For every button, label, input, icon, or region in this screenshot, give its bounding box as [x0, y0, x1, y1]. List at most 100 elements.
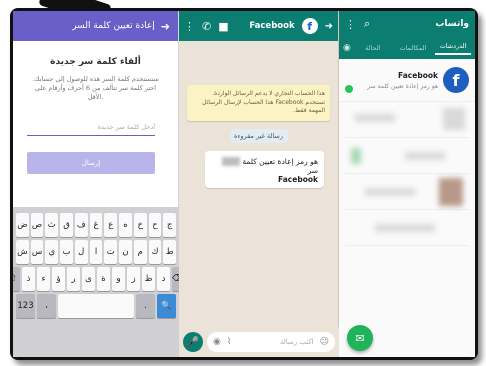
key[interactable]: ص: [30, 213, 44, 237]
keyboard-row: ض ص ث ق ف غ ع ه خ ح ج: [15, 213, 177, 237]
contact-avatar[interactable]: f: [301, 18, 318, 34]
key[interactable]: ف: [74, 213, 88, 237]
paperclip-icon[interactable]: ⌇: [227, 337, 231, 347]
key[interactable]: غ: [89, 213, 103, 237]
chat-name: Facebook: [398, 70, 438, 80]
emoji-icon[interactable]: ☺: [320, 337, 329, 347]
key[interactable]: ذ: [22, 267, 35, 291]
key[interactable]: ؤ: [52, 267, 65, 291]
redacted-code: [222, 157, 240, 166]
screenshot-stage: إعادة تعيين كلمة السر ➜ ألقاء كلمة سر جد…: [0, 0, 486, 366]
key[interactable]: ن: [119, 240, 132, 264]
page-title: ألقاء كلمة سر جديدة: [50, 57, 141, 67]
key[interactable]: ي: [45, 240, 59, 264]
tab-status[interactable]: الحالة: [355, 44, 391, 52]
arrow-right-icon[interactable]: ➜: [161, 20, 170, 33]
app-title: واتساب: [435, 19, 469, 29]
key[interactable]: ز: [127, 267, 140, 291]
key[interactable]: س: [30, 240, 44, 264]
key[interactable]: د: [157, 267, 170, 291]
new-chat-icon[interactable]: ✉: [347, 325, 373, 351]
tab-calls[interactable]: المكالمات: [395, 44, 431, 52]
tab-bar: ◉ الحالة المكالمات الدردشات: [339, 37, 475, 59]
redacted-chat-item[interactable]: [345, 102, 469, 138]
search-icon[interactable]: 🔍: [157, 294, 176, 318]
facebook-avatar[interactable]: f: [443, 67, 469, 93]
contact-name[interactable]: Facebook: [249, 21, 294, 31]
redacted-block: [355, 114, 395, 122]
key[interactable]: ل: [74, 240, 88, 264]
screenshot-collage: إعادة تعيين كلمة السر ➜ ألقاء كلمة سر جد…: [13, 11, 475, 357]
send-button[interactable]: إرسال: [27, 152, 155, 174]
new-password-input[interactable]: [27, 118, 155, 136]
keyboard-row: 123 ، . 🔍: [16, 294, 176, 318]
app-header: ⋮ ⌕ واتساب ◉ الحالة المكالمات الدردشات: [339, 11, 475, 59]
key[interactable]: م: [133, 240, 147, 264]
key[interactable]: و: [112, 267, 125, 291]
reset-password-screen: إعادة تعيين كلمة السر ➜ ألقاء كلمة سر جد…: [13, 11, 185, 357]
key[interactable]: ،: [37, 294, 56, 318]
space-key[interactable]: [58, 294, 134, 318]
key[interactable]: ى: [82, 267, 95, 291]
key[interactable]: ق: [60, 213, 73, 237]
message-bubble[interactable]: هو رمز إعادة تعيين كلمة سر Facebook: [205, 150, 324, 188]
key[interactable]: ض: [15, 213, 29, 237]
key[interactable]: ش: [15, 240, 29, 264]
key[interactable]: ظ: [142, 267, 155, 291]
chat-header: ⋮ ✆ ■ Facebook f ➜: [179, 11, 338, 41]
key[interactable]: .: [136, 294, 155, 318]
phone-icon[interactable]: ✆: [202, 20, 211, 33]
message-sender: Facebook: [278, 175, 318, 184]
key[interactable]: خ: [133, 213, 147, 237]
key[interactable]: ك: [148, 240, 162, 264]
redacted-block: [375, 224, 435, 232]
message-input[interactable]: ◉ ⌇ اكتب رسالة ☺: [207, 332, 335, 352]
redacted-chat-item[interactable]: [345, 138, 469, 174]
redacted-block: [351, 148, 361, 164]
video-camera-icon[interactable]: ■: [218, 20, 228, 33]
chat-list-item[interactable]: Facebook هو رمز إعادة تعيين كلمة سر f: [339, 59, 475, 102]
redacted-block: [439, 178, 463, 206]
redacted-chat-item[interactable]: [345, 210, 469, 246]
key[interactable]: ت: [104, 240, 118, 264]
redacted-block: [365, 188, 415, 196]
keyboard-row: ⇧ ذ ء ؤ ر ى ة و ز ظ د ⌫: [13, 267, 185, 291]
key[interactable]: ط: [163, 240, 177, 264]
more-vertical-icon[interactable]: ⋮: [345, 18, 356, 31]
key[interactable]: ب: [60, 240, 73, 264]
key[interactable]: ة: [97, 267, 110, 291]
more-vertical-icon[interactable]: ⋮: [184, 20, 195, 33]
shift-key[interactable]: ⇧: [13, 267, 20, 291]
arrow-right-icon[interactable]: ➜: [325, 21, 333, 32]
redacted-block: [405, 152, 445, 160]
redacted-chat-item[interactable]: [345, 174, 469, 210]
chat-item-body: Facebook هو رمز إعادة تعيين كلمة سر: [358, 71, 438, 90]
unread-chip: رسالة غير مقروءة: [229, 128, 288, 143]
search-icon[interactable]: ⌕: [364, 17, 370, 31]
input-placeholder: اكتب رسالة: [279, 338, 314, 346]
message-text: هو رمز إعادة تعيين كلمة سر: [211, 157, 318, 175]
key[interactable]: ث: [45, 213, 59, 237]
numbers-key[interactable]: 123: [16, 294, 35, 318]
reset-password-header: إعادة تعيين كلمة السر ➜: [13, 11, 178, 41]
key[interactable]: ه: [119, 213, 132, 237]
microphone-icon[interactable]: 🎤: [183, 332, 203, 352]
key[interactable]: ج: [163, 213, 177, 237]
key[interactable]: ا: [89, 240, 103, 264]
header-title: إعادة تعيين كلمة السر: [72, 21, 155, 31]
key[interactable]: ع: [104, 213, 118, 237]
camera-icon[interactable]: ◉: [213, 337, 221, 347]
app-toolbar: ⋮ ⌕ واتساب: [339, 11, 475, 37]
unread-badge: [345, 85, 353, 93]
key[interactable]: ر: [67, 267, 80, 291]
key[interactable]: ح: [148, 213, 162, 237]
whatsapp-chat-screen: ⋮ ✆ ■ Facebook f ➜ هذا الحساب التجاري لا…: [179, 11, 339, 357]
camera-icon[interactable]: ◉: [343, 43, 351, 53]
arabic-keyboard: ض ص ث ق ف غ ع ه خ ح ج ش س ي ب ل ا ت ن م …: [13, 207, 185, 357]
chat-preview: هو رمز إعادة تعيين كلمة سر: [367, 82, 438, 90]
business-account-notice: هذا الحساب التجاري لا يدعم الرسائل الوار…: [187, 85, 330, 121]
tab-chats[interactable]: الدردشات: [434, 42, 471, 55]
key[interactable]: ء: [37, 267, 50, 291]
redacted-block: [443, 108, 465, 130]
password-description: ستستخدم كلمة السر هذه للوصول إلى حسابك. …: [32, 75, 159, 101]
